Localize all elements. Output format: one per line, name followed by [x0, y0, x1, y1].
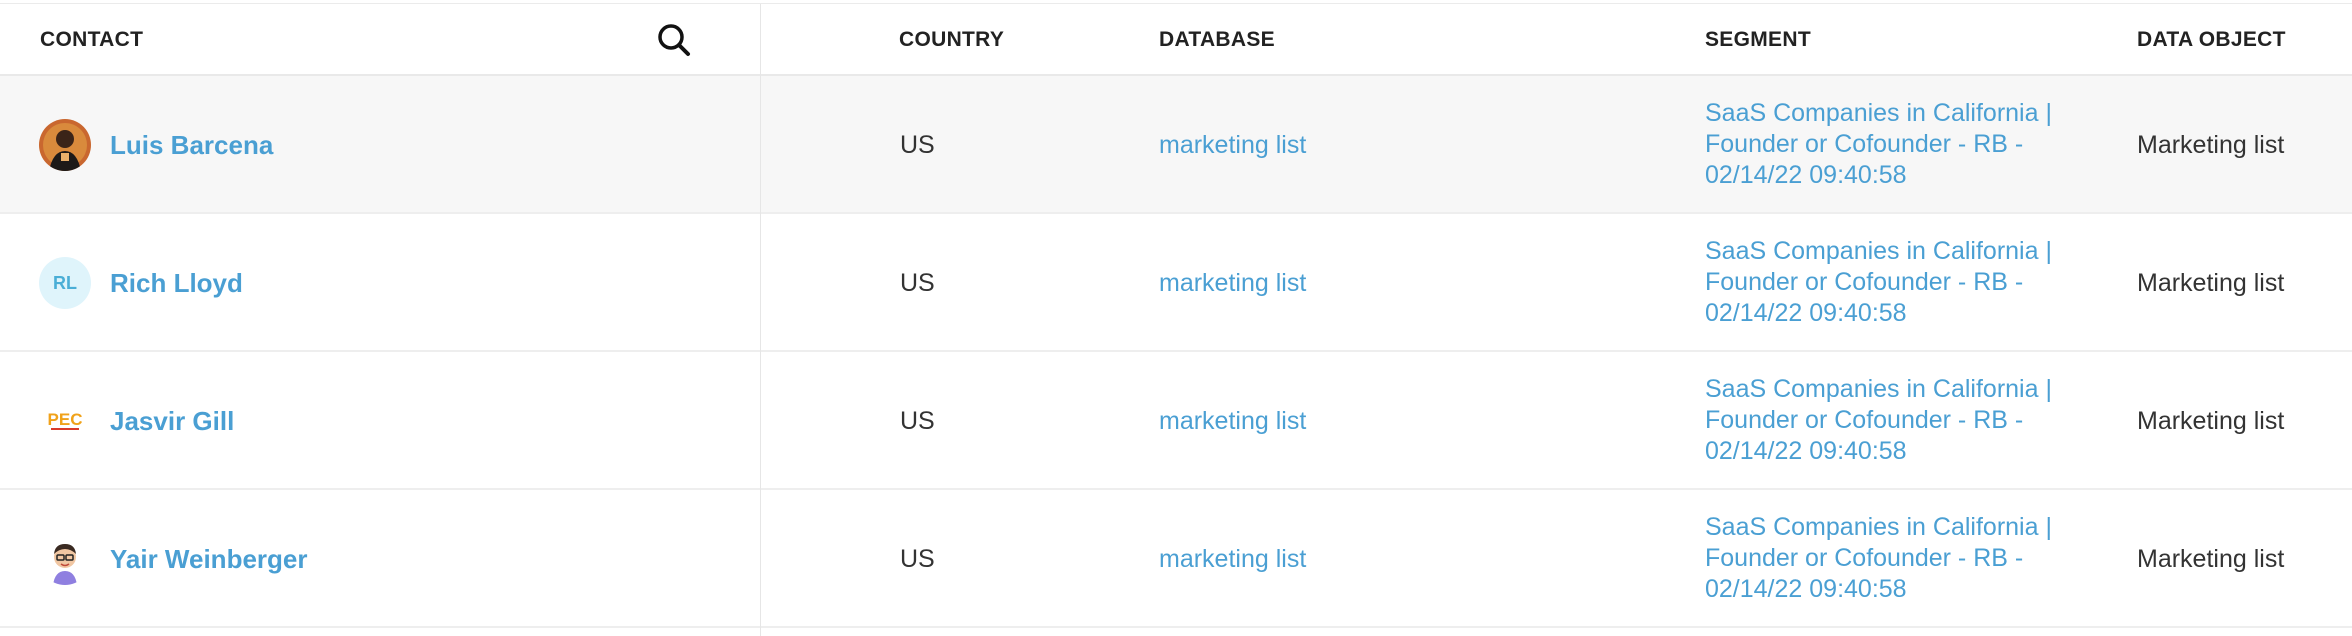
table-row[interactable]: PEC Jasvir Gill US marketing list SaaS C… [0, 352, 2352, 490]
avatar [39, 533, 91, 585]
data-object-cell: Marketing list [2137, 269, 2285, 297]
segment-link[interactable]: SaaS Companies in California | Founder o… [1705, 98, 2085, 191]
table-row[interactable]: Luis Barcena US marketing list SaaS Comp… [0, 76, 2352, 214]
contact-name-link[interactable]: Yair Weinberger [110, 544, 308, 575]
data-object-cell: Marketing list [2137, 545, 2285, 573]
segment-link[interactable]: SaaS Companies in California | Founder o… [1705, 512, 2085, 605]
table-row[interactable]: Yair Weinberger US marketing list SaaS C… [0, 490, 2352, 628]
table-row[interactable]: RL Rich Lloyd US marketing list SaaS Com… [0, 214, 2352, 352]
column-header-database[interactable]: DATABASE [1159, 28, 1275, 52]
contact-name-link[interactable]: Luis Barcena [110, 130, 273, 161]
table-header: CONTACT COUNTRY DATABASE SEGMENT DATA OB… [0, 4, 2352, 76]
avatar [39, 119, 91, 171]
database-link[interactable]: marketing list [1159, 545, 1306, 574]
column-divider [760, 4, 761, 636]
contacts-table: CONTACT COUNTRY DATABASE SEGMENT DATA OB… [0, 0, 2352, 636]
contact-name-link[interactable]: Rich Lloyd [110, 268, 243, 299]
country-cell: US [900, 269, 935, 297]
column-header-country[interactable]: COUNTRY [899, 28, 1004, 52]
country-cell: US [900, 407, 935, 435]
database-link[interactable]: marketing list [1159, 269, 1306, 298]
database-link[interactable]: marketing list [1159, 407, 1306, 436]
avatar-initials: RL [39, 257, 91, 309]
country-cell: US [900, 545, 935, 573]
search-icon[interactable] [656, 22, 692, 58]
svg-text:PEC: PEC [48, 410, 83, 429]
data-object-cell: Marketing list [2137, 131, 2285, 159]
column-header-data-object[interactable]: DATA OBJECT [2137, 28, 2286, 52]
column-header-segment[interactable]: SEGMENT [1705, 28, 1811, 52]
column-header-contact[interactable]: CONTACT [40, 28, 143, 52]
database-link[interactable]: marketing list [1159, 131, 1306, 160]
country-cell: US [900, 131, 935, 159]
contact-name-link[interactable]: Jasvir Gill [110, 406, 234, 437]
data-object-cell: Marketing list [2137, 407, 2285, 435]
segment-link[interactable]: SaaS Companies in California | Founder o… [1705, 374, 2085, 467]
avatar-logo: PEC [39, 395, 91, 447]
segment-link[interactable]: SaaS Companies in California | Founder o… [1705, 236, 2085, 329]
